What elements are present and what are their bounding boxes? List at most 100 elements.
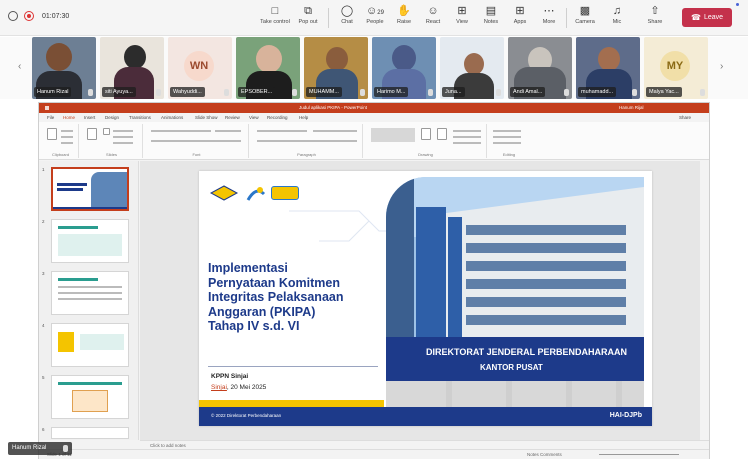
share-ppt-button[interactable]: Share: [679, 113, 691, 122]
leave-button[interactable]: ☎ Leave: [682, 8, 732, 27]
chat-button[interactable]: ◯ Chat: [332, 4, 362, 32]
slide-thumbnail[interactable]: [51, 219, 129, 263]
slide-thumbnail[interactable]: [51, 323, 129, 367]
quick-styles-icon[interactable]: [437, 128, 447, 140]
apps-button[interactable]: ⊞ Apps: [505, 4, 535, 32]
kemenkeu-logo: [209, 185, 239, 201]
mic-button[interactable]: ♫ Mic: [602, 4, 632, 32]
shield-icon: [8, 11, 18, 21]
notes-pane[interactable]: Click to add notes: [140, 440, 709, 449]
participant-tile[interactable]: MUHAMM...: [304, 37, 368, 99]
participant-tile[interactable]: Hanum Rizal: [32, 37, 96, 99]
tab-design[interactable]: Design: [105, 113, 119, 122]
tab-animations[interactable]: Animations: [161, 113, 183, 122]
ribbon-tabs: File Home Insert Design Transitions Anim…: [39, 113, 709, 123]
avatar: MY: [660, 51, 690, 81]
mic-off-icon: [156, 89, 161, 96]
avatar: WN: [184, 51, 214, 81]
participant-name: Wahyuddi...: [170, 87, 205, 97]
view-button[interactable]: ⊞ View: [447, 4, 477, 32]
mic-off-icon: [496, 89, 501, 96]
ribbon-group-paragraph: Paragraph: [251, 124, 363, 158]
program-logo: [271, 186, 299, 200]
recording-icon: [24, 11, 34, 21]
notification-dot: [736, 3, 739, 6]
tab-file[interactable]: File: [47, 113, 54, 122]
tab-help[interactable]: Help: [299, 113, 308, 122]
tab-recording[interactable]: Recording: [267, 113, 288, 122]
paste-icon[interactable]: [47, 128, 57, 140]
share-button[interactable]: ⇧ Share: [640, 4, 670, 32]
raise-hand-button[interactable]: ✋ Raise: [389, 4, 419, 32]
mic-off-icon: [292, 89, 297, 96]
tab-review[interactable]: Review: [225, 113, 240, 122]
building-sign-line-1: DIREKTORAT JENDERAL PERBENDAHARAAN: [426, 347, 627, 357]
participant-tile[interactable]: MY Malya Yac...: [644, 37, 708, 99]
slide-thumbnail[interactable]: [51, 271, 129, 315]
arrange-icon[interactable]: [421, 128, 431, 140]
meeting-toolbar: 01:07:30 □ Take control ⧉ Pop out ◯ Chat…: [0, 0, 748, 36]
pop-out-button[interactable]: ⧉ Pop out: [293, 4, 323, 32]
new-slide-icon[interactable]: [87, 128, 97, 140]
mic-off-icon: [632, 89, 637, 96]
tab-slide-show[interactable]: Slide Show: [195, 113, 218, 122]
meeting-status: 01:07:30: [8, 11, 69, 21]
slide-thumbnail[interactable]: [51, 167, 129, 211]
participant-tile[interactable]: Juna...: [440, 37, 504, 99]
participant-tile[interactable]: WN Wahyuddi...: [168, 37, 232, 99]
tab-view[interactable]: View: [249, 113, 259, 122]
mic-off-icon: [564, 89, 569, 96]
mic-off-icon: [224, 89, 229, 96]
participant-gallery: ‹ Hanum Rizal siti Ayuya... WN Wahyuddi.…: [0, 37, 748, 99]
account-name[interactable]: Hanum Rijal: [619, 103, 644, 113]
people-button[interactable]: ☺29 People: [360, 4, 390, 32]
tab-transitions[interactable]: Transitions: [129, 113, 151, 122]
gallery-next-icon[interactable]: ›: [720, 61, 723, 72]
participant-tile[interactable]: siti Ayuya...: [100, 37, 164, 99]
notes-button[interactable]: ▤ Notes: [476, 4, 506, 32]
document-title: Judul aplikasi PKIPA - PowerPoint: [299, 105, 367, 110]
tab-insert[interactable]: Insert: [84, 113, 95, 122]
view-icon: ⊞: [457, 5, 467, 17]
mic-off-icon: [63, 445, 68, 452]
react-button[interactable]: ☺ React: [418, 4, 448, 32]
teams-meeting-window: { "meeting": { "timer": "01:07:30", "too…: [0, 0, 748, 459]
djpb-logo: [246, 187, 266, 201]
shapes-gallery[interactable]: [371, 128, 415, 142]
current-slide[interactable]: Implementasi Pernyataan Komitmen Integri…: [199, 171, 652, 426]
share-icon: ⇧: [650, 5, 660, 17]
participant-tile[interactable]: EPSOBER...: [236, 37, 300, 99]
slide-thumbnail[interactable]: [51, 427, 129, 439]
status-buttons[interactable]: Notes Comments: [527, 450, 562, 459]
participant-tile[interactable]: muhamadd...: [576, 37, 640, 99]
participant-name: EPSOBER...: [238, 87, 276, 97]
participant-tile[interactable]: Andi Amal...: [508, 37, 572, 99]
slide-thumbnails-pane: 1 2 3 4 5 6: [39, 161, 139, 440]
ribbon: Clipboard Slides Font Paragraph Drawing …: [39, 122, 709, 160]
camera-button[interactable]: ▩ Camera: [570, 4, 600, 32]
footer-copyright: © 2022 Direktorat Perbendaharaan: [211, 413, 282, 418]
participant-video: [326, 47, 348, 71]
participant-name: Harimo M...: [374, 87, 409, 97]
mic-icon: ♫: [612, 5, 622, 17]
footer-brand: HAI-DJPb: [609, 412, 642, 419]
meeting-timer: 01:07:30: [42, 12, 70, 20]
layout-icon[interactable]: [103, 128, 110, 135]
more-button[interactable]: ⋯ More: [534, 4, 564, 32]
participant-name: Andi Amal...: [510, 87, 546, 97]
people-count: 29: [377, 10, 384, 16]
phone-hangup-icon: ☎: [690, 13, 701, 22]
slide-thumbnail[interactable]: [51, 375, 129, 419]
ribbon-group-drawing: Drawing: [365, 124, 487, 158]
camera-icon: ▩: [579, 5, 591, 17]
participant-name: MUHAMM...: [306, 87, 342, 97]
gallery-prev-icon[interactable]: ‹: [18, 61, 21, 72]
organization-name: KPPN Sinjai: [211, 373, 249, 380]
mic-off-icon: [360, 89, 365, 96]
save-icon[interactable]: [45, 106, 49, 110]
participant-video: [256, 45, 282, 73]
take-control-button[interactable]: □ Take control: [260, 4, 290, 32]
status-bar: Slide 1 of 11 Notes Comments: [39, 449, 709, 459]
participant-tile[interactable]: Harimo M...: [372, 37, 436, 99]
zoom-slider[interactable]: [599, 454, 679, 455]
